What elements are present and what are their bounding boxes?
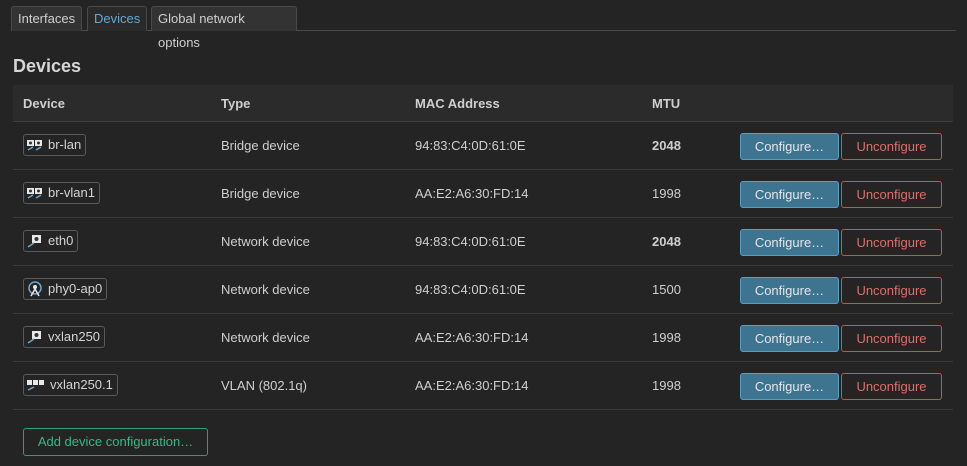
column-header-mtu: MTU <box>652 96 681 111</box>
unconfigure-button[interactable]: Unconfigure <box>841 181 942 208</box>
configure-button[interactable]: Configure… <box>740 229 839 256</box>
wifi-icon <box>28 281 42 297</box>
device-name: br-vlan1 <box>48 185 95 200</box>
device-badge: phy0-ap0 <box>23 278 108 300</box>
mtu-value: 2048 <box>652 234 681 249</box>
device-type: Network device <box>221 330 310 345</box>
column-header-device: Device <box>23 96 65 111</box>
devices-table: Device Type MAC Address MTU br-lan Bridg… <box>13 85 953 410</box>
device-badge: br-lan <box>23 134 87 156</box>
configure-button[interactable]: Configure… <box>740 181 839 208</box>
mac-address: AA:E2:A6:30:FD:14 <box>415 186 529 201</box>
add-device-configuration-button[interactable]: Add device configuration… <box>23 428 208 456</box>
tab-global-network-options[interactable]: Global network options <box>151 6 297 50</box>
device-badge: br-vlan1 <box>23 182 100 204</box>
configure-button[interactable]: Configure… <box>740 133 839 160</box>
bridge-icon <box>27 188 42 199</box>
ethernet-icon <box>27 235 41 248</box>
mac-address: 94:83:C4:0D:61:0E <box>415 234 526 249</box>
table-header: Device Type MAC Address MTU <box>13 85 953 122</box>
mac-address: AA:E2:A6:30:FD:14 <box>415 378 529 393</box>
unconfigure-button[interactable]: Unconfigure <box>841 325 942 352</box>
configure-button[interactable]: Configure… <box>740 277 839 304</box>
section-title: Devices <box>13 56 82 76</box>
tab-devices[interactable]: Devices <box>87 6 147 31</box>
device-name: phy0-ap0 <box>48 281 103 296</box>
configure-button[interactable]: Configure… <box>740 325 839 352</box>
mac-address: AA:E2:A6:30:FD:14 <box>415 330 529 345</box>
device-badge: eth0 <box>23 230 79 252</box>
mtu-value: 2048 <box>652 138 681 153</box>
device-name: eth0 <box>48 233 74 248</box>
tab-bar: Interfaces Devices Global network option… <box>11 6 956 50</box>
mtu-value: 1998 <box>652 330 681 345</box>
mtu-value: 1500 <box>652 282 681 297</box>
tunnel-icon <box>27 331 41 344</box>
mtu-value: 1998 <box>652 378 681 393</box>
device-type: Network device <box>221 234 310 249</box>
column-header-mac-address: MAC Address <box>415 96 500 111</box>
device-name: vxlan250.1 <box>50 377 113 392</box>
table-row: br-lan Bridge device 94:83:C4:0D:61:0E 2… <box>13 122 953 170</box>
table-row: br-vlan1 Bridge device AA:E2:A6:30:FD:14… <box>13 170 953 218</box>
table-row: eth0 Network device 94:83:C4:0D:61:0E 20… <box>13 218 953 266</box>
table-row: vxlan250.1 VLAN (802.1q) AA:E2:A6:30:FD:… <box>13 362 953 410</box>
mac-address: 94:83:C4:0D:61:0E <box>415 138 526 153</box>
device-type: Bridge device <box>221 138 300 153</box>
device-badge: vxlan250.1 <box>23 374 118 396</box>
device-type: Bridge device <box>221 186 300 201</box>
unconfigure-button[interactable]: Unconfigure <box>841 133 942 160</box>
mac-address: 94:83:C4:0D:61:0E <box>415 282 526 297</box>
column-header-type: Type <box>221 96 251 111</box>
device-type: Network device <box>221 282 310 297</box>
device-type: VLAN (802.1q) <box>221 378 307 393</box>
device-badge: vxlan250 <box>23 326 106 348</box>
tab-interfaces[interactable]: Interfaces <box>11 6 82 31</box>
unconfigure-button[interactable]: Unconfigure <box>841 373 942 400</box>
vlan-icon <box>27 380 44 391</box>
table-row: vxlan250 Network device AA:E2:A6:30:FD:1… <box>13 314 953 362</box>
table-row: phy0-ap0 Network device 94:83:C4:0D:61:0… <box>13 266 953 314</box>
configure-button[interactable]: Configure… <box>740 373 839 400</box>
mtu-value: 1998 <box>652 186 681 201</box>
unconfigure-button[interactable]: Unconfigure <box>841 229 942 256</box>
unconfigure-button[interactable]: Unconfigure <box>841 277 942 304</box>
bridge-icon <box>27 140 42 151</box>
device-name: br-lan <box>48 137 82 152</box>
device-name: vxlan250 <box>48 329 101 344</box>
